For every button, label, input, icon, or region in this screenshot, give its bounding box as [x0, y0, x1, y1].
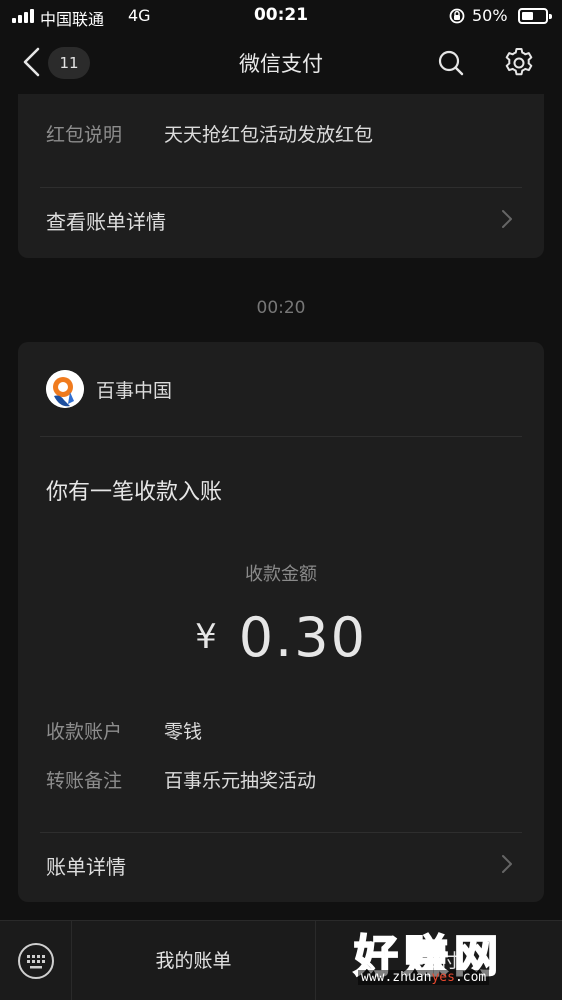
- keyboard-toggle-button[interactable]: [0, 921, 72, 1000]
- divider: [40, 436, 522, 437]
- row-value: 百事乐元抽奖活动: [164, 770, 317, 792]
- amount-value: 0.30: [238, 606, 367, 669]
- status-bar: 中国联通 4G 00:21 50%: [0, 0, 562, 32]
- watermark-url: www.zhuanyes.com: [358, 970, 490, 985]
- chevron-right-icon: [502, 210, 512, 228]
- view-bill-detail-link[interactable]: 查看账单详情: [18, 188, 544, 252]
- row-value: 天天抢红包活动发放红包: [164, 124, 374, 146]
- merchant-avatar[interactable]: [46, 370, 84, 408]
- rotation-lock-icon: [449, 8, 465, 24]
- payment-message-card[interactable]: 百事中国 你有一笔收款入账 收款金额 ¥0.30 收款账户 零钱 转账备注 百事…: [18, 342, 544, 902]
- amount-label: 收款金额: [245, 564, 317, 585]
- pepsi-logo-icon: [46, 370, 84, 408]
- message-list[interactable]: 红包说明 天天抢红包活动发放红包 查看账单详情 00:20 百事中国 你有一笔收…: [0, 94, 562, 920]
- amount-display: ¥0.30: [18, 606, 544, 669]
- battery-percent: 50%: [472, 6, 508, 25]
- row-value: 零钱: [164, 721, 203, 743]
- merchant-name[interactable]: 百事中国: [96, 376, 172, 403]
- row-label: 红包说明: [46, 124, 123, 146]
- message-headline: 你有一笔收款入账: [46, 480, 223, 505]
- nav-bar: 11 微信支付: [0, 32, 562, 94]
- chevron-right-icon: [502, 855, 512, 873]
- search-icon[interactable]: [436, 48, 466, 78]
- gear-icon[interactable]: [502, 46, 536, 80]
- bill-detail-label: 账单详情: [46, 855, 126, 879]
- menu-my-bills[interactable]: 我的账单: [72, 921, 316, 1000]
- battery-icon: [518, 8, 552, 24]
- currency-symbol: ¥: [195, 617, 217, 657]
- message-timestamp: 00:20: [256, 298, 306, 318]
- site-watermark: 好赚网 www.zhuanyes.com: [350, 918, 562, 1000]
- bill-detail-link[interactable]: 账单详情: [18, 833, 544, 897]
- previous-message-card: 红包说明 天天抢红包活动发放红包 查看账单详情: [18, 94, 544, 258]
- keyboard-icon: [18, 943, 54, 979]
- row-label: 收款账户: [46, 721, 123, 743]
- row-label: 转账备注: [46, 770, 123, 792]
- page-title: 微信支付: [239, 52, 323, 76]
- view-bill-detail-label: 查看账单详情: [46, 210, 166, 234]
